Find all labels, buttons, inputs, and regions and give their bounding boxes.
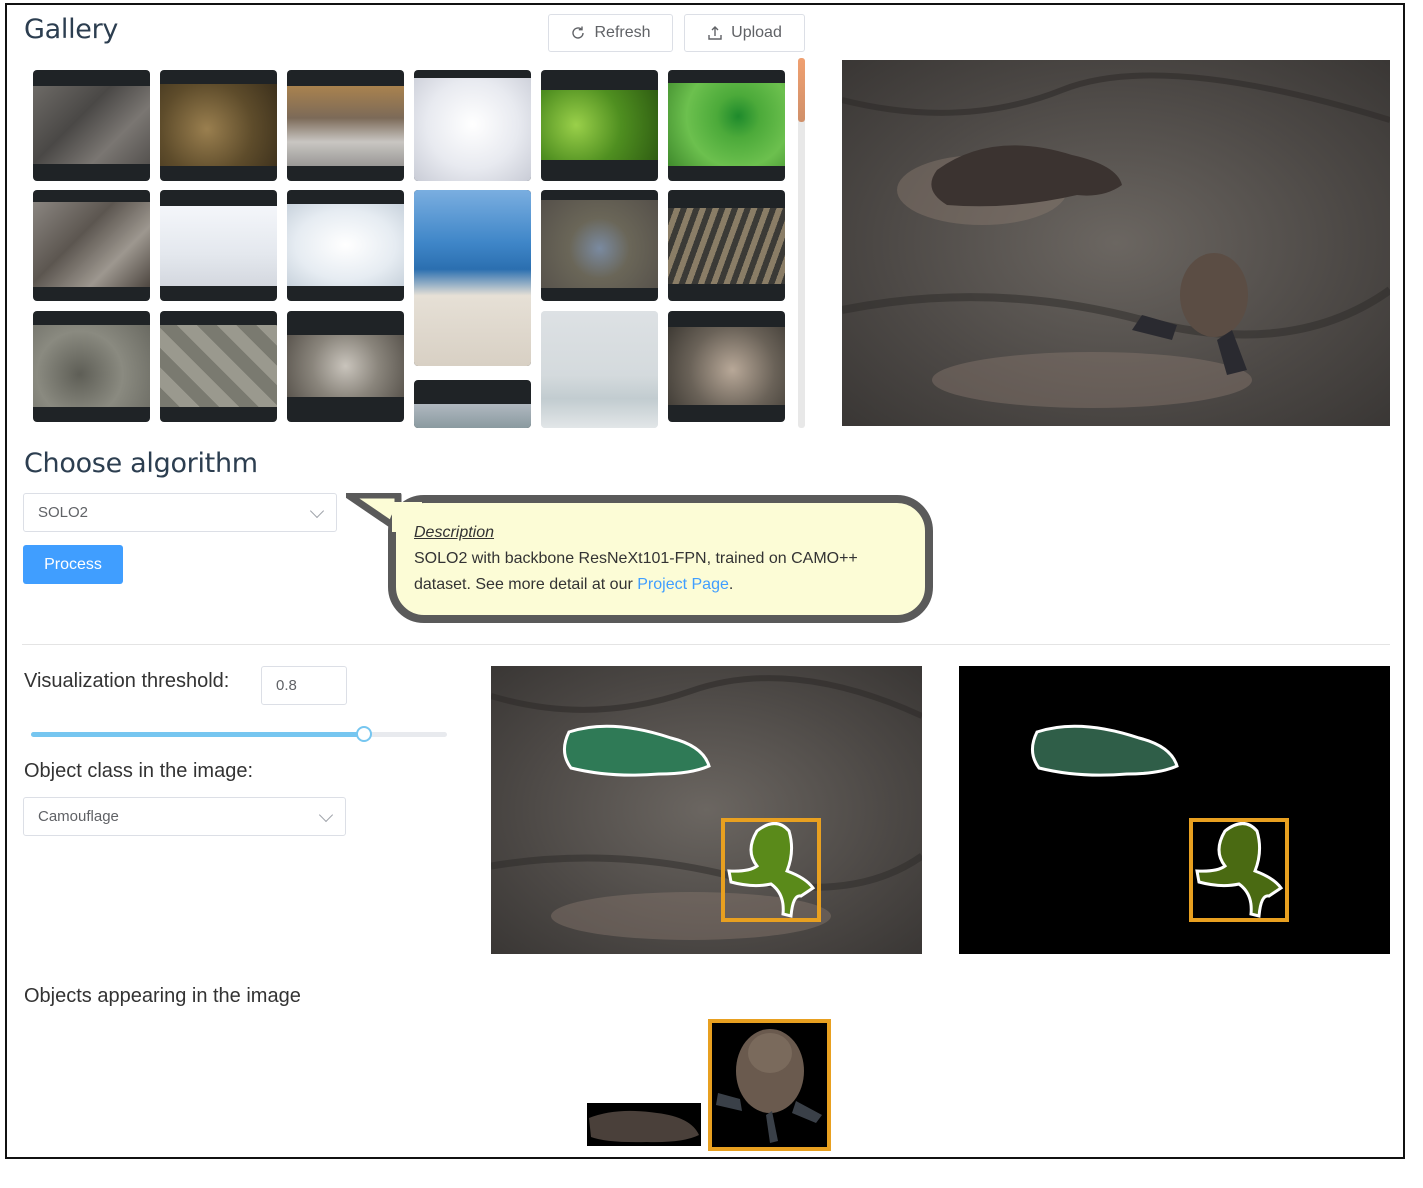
refresh-icon (572, 26, 585, 39)
chevron-down-icon (309, 503, 325, 519)
gallery-thumb[interactable] (287, 70, 404, 181)
process-button[interactable]: Process (23, 545, 123, 584)
gallery-thumb[interactable] (541, 190, 658, 301)
project-page-link[interactable]: Project Page (637, 576, 729, 593)
threshold-slider-fill (31, 732, 364, 737)
gallery-thumb[interactable] (541, 311, 658, 428)
gallery-thumb[interactable] (414, 190, 531, 366)
description-heading: Description (414, 524, 495, 541)
description-end: . (728, 576, 734, 593)
gallery-thumb[interactable] (33, 70, 150, 181)
refresh-button[interactable]: Refresh (548, 14, 673, 52)
object-crop[interactable] (587, 1103, 701, 1146)
description-content: Description SOLO2 with backbone ResNeXt1… (414, 520, 914, 598)
gallery-thumb[interactable] (287, 190, 404, 301)
segmentation-overlay-image (491, 666, 922, 954)
gallery-thumb[interactable] (668, 70, 785, 181)
threshold-slider-track[interactable] (31, 726, 447, 742)
gallery-thumb[interactable] (33, 190, 150, 301)
gallery-thumb[interactable] (160, 70, 277, 181)
gallery-thumb[interactable] (414, 380, 531, 428)
gallery-scrollbar[interactable] (798, 58, 805, 428)
gallery-thumb[interactable] (160, 190, 277, 301)
algorithm-title: Choose algorithm (24, 448, 258, 479)
gallery-scrollbar-thumb[interactable] (798, 58, 805, 122)
algorithm-selected: SOLO2 (38, 504, 89, 521)
class-selected: Camouflage (38, 808, 119, 825)
threshold-input[interactable]: 0.8 (261, 666, 347, 705)
refresh-label: Refresh (594, 24, 651, 41)
upload-button[interactable]: Upload (684, 14, 805, 52)
upload-icon (708, 26, 722, 40)
upload-label: Upload (731, 24, 782, 41)
section-divider (22, 644, 1390, 645)
threshold-label: Visualization threshold: (24, 670, 230, 692)
gallery-thumb[interactable] (287, 311, 404, 422)
class-label: Object class in the image: (24, 760, 253, 782)
gallery-thumb[interactable] (668, 190, 785, 301)
gallery-thumb[interactable] (33, 311, 150, 422)
selected-image-preview (842, 60, 1390, 426)
object-crop-selected[interactable] (708, 1019, 831, 1151)
gallery-thumb[interactable] (414, 70, 531, 181)
description-text: SOLO2 with backbone ResNeXt101-FPN, trai… (414, 550, 858, 593)
chevron-down-icon (318, 807, 334, 823)
gallery-thumb[interactable] (160, 311, 277, 422)
class-select[interactable]: Camouflage (23, 797, 346, 836)
threshold-slider-handle[interactable] (355, 726, 372, 742)
gallery-thumb[interactable] (668, 311, 785, 422)
algorithm-select[interactable]: SOLO2 (23, 493, 337, 532)
segmentation-mask-image (959, 666, 1390, 954)
objects-title: Objects appearing in the image (24, 985, 301, 1007)
gallery-title: Gallery (24, 14, 119, 45)
gallery-thumb[interactable] (541, 70, 658, 181)
